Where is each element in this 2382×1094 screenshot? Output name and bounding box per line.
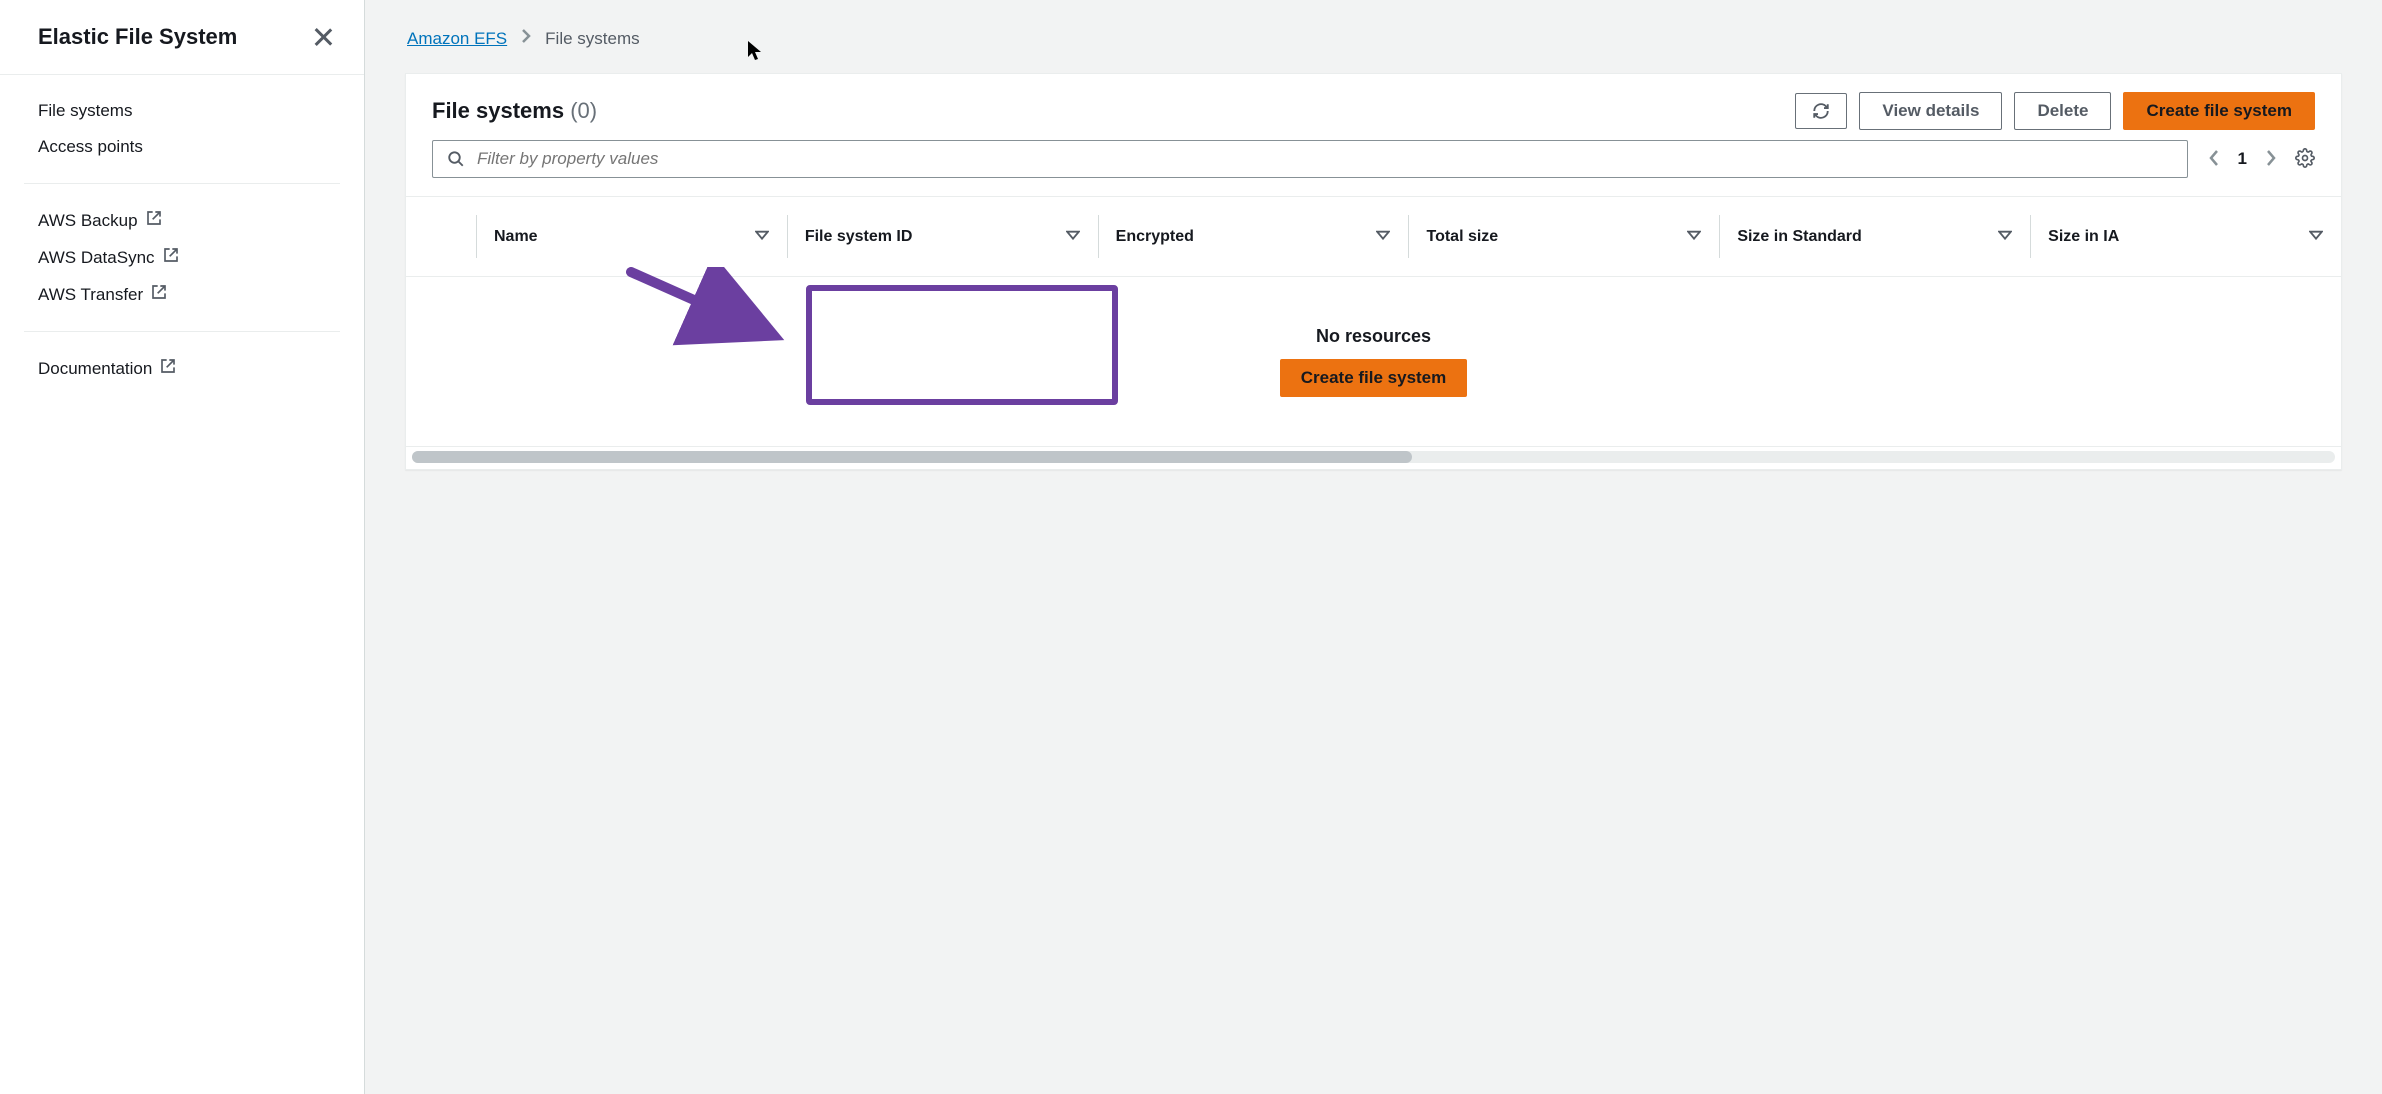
external-link-icon — [163, 247, 179, 268]
external-link-icon — [151, 284, 167, 305]
column-size-standard[interactable]: Size in Standard — [1719, 197, 2030, 276]
sidebar-item-label: File systems — [38, 101, 132, 121]
sidebar-header: Elastic File System — [0, 0, 364, 75]
breadcrumb-root-link[interactable]: Amazon EFS — [407, 29, 507, 49]
empty-state: No resources Create file system — [406, 277, 2341, 447]
sidebar-title: Elastic File System — [38, 24, 237, 50]
chevron-right-icon — [2265, 149, 2277, 167]
refresh-icon — [1812, 102, 1830, 120]
main-content: Amazon EFS File systems File systems (0) — [365, 0, 2382, 1094]
column-label: Size in IA — [2048, 228, 2119, 246]
pagination: 1 — [2208, 148, 2315, 171]
nav-section-main: File systems Access points — [24, 75, 340, 184]
horizontal-scrollbar[interactable] — [412, 451, 2335, 463]
sidebar-item-file-systems[interactable]: File systems — [24, 93, 340, 129]
column-file-system-id[interactable]: File system ID — [787, 197, 1098, 276]
column-total-size[interactable]: Total size — [1408, 197, 1719, 276]
sidebar-item-label: AWS DataSync — [38, 248, 155, 268]
table-wrap: Name File system ID Encrypted Total size — [406, 196, 2341, 469]
sort-icon — [1376, 227, 1390, 246]
close-icon[interactable] — [312, 26, 334, 48]
sidebar-item-label: Documentation — [38, 359, 152, 379]
column-size-ia[interactable]: Size in IA — [2030, 197, 2341, 276]
panel-count: (0) — [570, 98, 597, 123]
external-link-icon — [160, 358, 176, 379]
column-encrypted[interactable]: Encrypted — [1098, 197, 1409, 276]
sort-icon — [1998, 227, 2012, 246]
view-details-button[interactable]: View details — [1859, 92, 2002, 130]
column-name[interactable]: Name — [476, 197, 787, 276]
sort-icon — [2309, 227, 2323, 246]
gear-icon — [2295, 148, 2315, 168]
sidebar-item-label: Access points — [38, 137, 143, 157]
empty-create-button[interactable]: Create file system — [1280, 359, 1468, 397]
refresh-button[interactable] — [1795, 93, 1847, 129]
filter-input[interactable] — [477, 149, 2173, 169]
column-label: Name — [494, 228, 538, 246]
empty-message: No resources — [1316, 326, 1431, 347]
sidebar-item-label: AWS Backup — [38, 211, 138, 231]
sidebar-item-access-points[interactable]: Access points — [24, 129, 340, 165]
sidebar-item-aws-datasync[interactable]: AWS DataSync — [24, 239, 340, 276]
column-label: Encrypted — [1116, 228, 1194, 246]
column-label: File system ID — [805, 228, 913, 246]
search-icon — [447, 150, 465, 168]
panel-title-text: File systems — [432, 98, 564, 123]
chevron-left-icon — [2208, 149, 2220, 167]
panel-actions: View details Delete Create file system — [1795, 92, 2315, 130]
sidebar: Elastic File System File systems Access … — [0, 0, 365, 1094]
panel-title: File systems (0) — [432, 98, 597, 124]
filter-box[interactable] — [432, 140, 2188, 178]
panel-header: File systems (0) View details Delete Cre… — [406, 74, 2341, 140]
next-page-button[interactable] — [2265, 149, 2277, 170]
scrollbar-thumb[interactable] — [412, 451, 1412, 463]
sort-icon — [755, 227, 769, 246]
settings-button[interactable] — [2295, 148, 2315, 171]
sort-icon — [1066, 227, 1080, 246]
external-link-icon — [146, 210, 162, 231]
table-header-row: Name File system ID Encrypted Total size — [406, 196, 2341, 277]
sidebar-item-aws-backup[interactable]: AWS Backup — [24, 202, 340, 239]
sidebar-item-aws-transfer[interactable]: AWS Transfer — [24, 276, 340, 313]
breadcrumb-current: File systems — [545, 29, 639, 49]
sort-icon — [1687, 227, 1701, 246]
column-label: Size in Standard — [1737, 228, 1861, 246]
annotation-arrow-icon — [626, 267, 786, 347]
nav-section-services: AWS Backup AWS DataSync AWS Transfer — [24, 184, 340, 332]
nav-section-docs: Documentation — [24, 332, 340, 405]
create-file-system-button[interactable]: Create file system — [2123, 92, 2315, 130]
chevron-right-icon — [521, 28, 531, 49]
breadcrumb: Amazon EFS File systems — [405, 28, 2342, 49]
column-select-all[interactable] — [406, 197, 476, 276]
page-number: 1 — [2238, 149, 2247, 169]
annotation-box — [806, 285, 1118, 405]
file-systems-panel: File systems (0) View details Delete Cre… — [405, 73, 2342, 470]
column-label: Total size — [1426, 228, 1498, 246]
sidebar-item-label: AWS Transfer — [38, 285, 143, 305]
delete-button[interactable]: Delete — [2014, 92, 2111, 130]
filter-row: 1 — [406, 140, 2341, 196]
prev-page-button[interactable] — [2208, 149, 2220, 170]
sidebar-item-documentation[interactable]: Documentation — [24, 350, 340, 387]
